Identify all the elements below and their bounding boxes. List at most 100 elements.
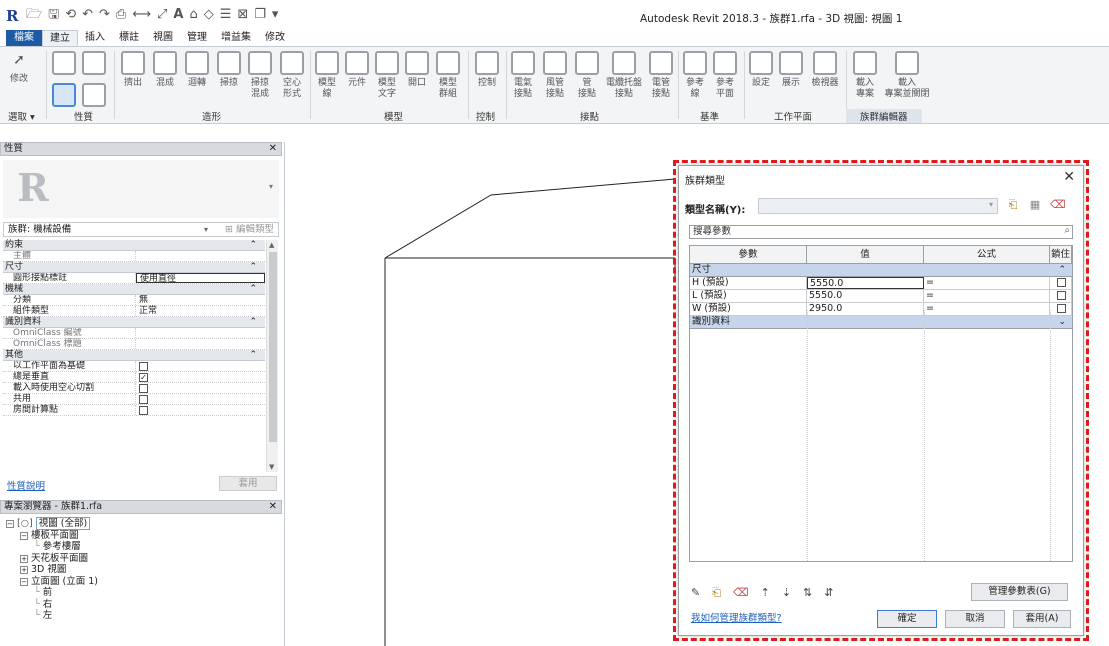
property-value[interactable]: 使用直徑 xyxy=(136,273,265,284)
pipe-connector-button[interactable]: 管 接點 xyxy=(574,51,600,100)
close-icon[interactable]: ✕ xyxy=(1063,169,1075,185)
checkbox[interactable]: ✓ xyxy=(139,373,148,382)
checkbox[interactable] xyxy=(139,395,148,404)
parameter-value[interactable]: 5550.0 xyxy=(807,290,924,302)
expand-icon[interactable]: + xyxy=(20,566,28,574)
close-hidden-icon[interactable]: ⊠ xyxy=(237,8,248,22)
cable-tray-connector-button[interactable]: 電纜托盤 接點 xyxy=(604,51,644,100)
reference-line-button[interactable]: 參考 線 xyxy=(682,51,708,100)
property-group-header[interactable]: 其他 ⌃ xyxy=(3,350,265,361)
property-value[interactable] xyxy=(136,394,265,404)
scroll-up-icon[interactable]: ▲ xyxy=(269,241,274,249)
show-work-plane-button[interactable]: 展示 xyxy=(778,51,804,89)
print-icon[interactable]: ⎙ xyxy=(116,8,126,22)
redo-icon[interactable]: ↷ xyxy=(99,8,110,22)
property-row[interactable]: 圓形接點標註 使用直徑 xyxy=(3,273,265,284)
new-parameter-icon[interactable]: ⎗ xyxy=(712,586,721,600)
search-parameters-input[interactable]: 搜尋參數 ⌕ xyxy=(689,225,1073,239)
revit-logo-icon[interactable]: R xyxy=(6,7,18,25)
thin-lines-icon[interactable]: ☰ xyxy=(220,8,232,22)
duct-connector-button[interactable]: 風管 接點 xyxy=(542,51,568,100)
3d-view-icon[interactable]: ⌂ xyxy=(189,8,197,22)
column-formula[interactable]: 公式 xyxy=(924,246,1050,263)
chevron-up-icon[interactable]: ⌃ xyxy=(1058,264,1066,276)
tree-node[interactable]: └ 前 xyxy=(6,587,98,599)
properties-help-link[interactable]: 性質說明 xyxy=(7,478,45,492)
chevron-up-icon[interactable]: ⌃ xyxy=(249,317,257,327)
property-group-header[interactable]: 機械 ⌃ xyxy=(3,284,265,295)
property-value[interactable] xyxy=(136,361,265,371)
property-value[interactable] xyxy=(136,251,265,261)
edit-parameter-icon[interactable]: ✎ xyxy=(691,586,700,600)
modify-button[interactable]: ➚ 修改 xyxy=(6,51,32,85)
property-row[interactable]: 主體 xyxy=(3,251,265,262)
tree-node[interactable]: − 立面圖 (立面 1) xyxy=(6,576,98,588)
cancel-button[interactable]: 取消 xyxy=(945,610,1005,628)
property-value[interactable] xyxy=(136,405,265,415)
help-link[interactable]: 我如何管理族群類型? xyxy=(691,610,782,624)
sync-icon[interactable]: ⟲ xyxy=(65,8,76,22)
tab-file[interactable]: 檔案 xyxy=(6,30,42,46)
parameter-lock[interactable] xyxy=(1050,277,1072,289)
property-row[interactable]: 以工作平面為基礎 xyxy=(3,361,265,372)
scroll-down-icon[interactable]: ▼ xyxy=(269,463,274,471)
switch-windows-icon[interactable]: ❐ xyxy=(254,8,266,22)
tree-node[interactable]: + 天花板平面圖 xyxy=(6,553,98,565)
apply-button[interactable]: 套用(A) xyxy=(1013,610,1071,628)
parameter-formula[interactable]: = xyxy=(924,290,1050,302)
chevron-down-icon[interactable]: ▾ xyxy=(204,223,208,236)
section-icon[interactable]: ◇ xyxy=(204,8,214,22)
rename-type-icon[interactable]: ▦ xyxy=(1028,198,1042,212)
delete-parameter-icon[interactable]: ⌫ xyxy=(733,586,749,600)
delete-type-icon[interactable]: ⌫ xyxy=(1050,198,1066,212)
collapse-icon[interactable]: − xyxy=(20,577,28,586)
chevron-up-icon[interactable]: ⌃ xyxy=(249,350,257,360)
conduit-connector-button[interactable]: 電管 接點 xyxy=(648,51,674,100)
text-icon[interactable]: A xyxy=(173,8,183,22)
property-value[interactable]: 無 xyxy=(136,295,265,305)
chevron-down-icon[interactable]: ▾ xyxy=(989,200,993,209)
checkbox[interactable] xyxy=(139,362,148,371)
tree-node[interactable]: +3D 視圖 xyxy=(6,564,98,576)
property-value[interactable] xyxy=(136,339,265,349)
tree-node[interactable]: − [○] 視圖 (全部) xyxy=(6,517,98,530)
tab-manage[interactable]: 管理 xyxy=(180,30,214,46)
property-row[interactable]: 組件類型 正常 xyxy=(3,306,265,317)
parameter-group-header[interactable]: 尺寸 ⌃ xyxy=(690,264,1072,277)
electrical-connector-button[interactable]: 電氣 接點 xyxy=(510,51,536,100)
property-group-header[interactable]: 尺寸 ⌃ xyxy=(3,262,265,273)
load-into-project-close-button[interactable]: 載入 專案並關閉 xyxy=(882,51,932,100)
properties-button[interactable] xyxy=(52,83,76,110)
property-row[interactable]: OmniClass 標題 xyxy=(3,339,265,350)
chevron-up-icon[interactable]: ⌃ xyxy=(249,284,257,294)
property-value[interactable]: 正常 xyxy=(136,306,265,316)
tree-node[interactable]: − 樓板平面圖 xyxy=(6,530,98,542)
manage-lookup-tables-button[interactable]: 管理參數表(G) xyxy=(971,583,1068,601)
checkbox[interactable] xyxy=(139,406,148,415)
column-parameter[interactable]: 參數 xyxy=(690,246,807,263)
edit-type-button[interactable]: ⊞ 編輯類型 xyxy=(225,223,274,236)
close-icon[interactable]: ✕ xyxy=(269,501,277,513)
measure-icon[interactable]: ⟷ xyxy=(132,8,151,22)
model-text-button[interactable]: 模型 文字 xyxy=(374,51,400,100)
property-row[interactable]: OmniClass 編號 xyxy=(3,328,265,339)
family-types-button[interactable] xyxy=(82,51,106,78)
collapse-icon[interactable]: − xyxy=(6,520,14,528)
swept-blend-button[interactable]: 掃掠 混成 xyxy=(246,51,274,100)
move-up-icon[interactable]: ⇡ xyxy=(761,586,770,600)
type-properties-button[interactable] xyxy=(82,83,106,110)
move-down-icon[interactable]: ⇣ xyxy=(782,586,791,600)
dimension-icon[interactable]: ⤢ xyxy=(157,8,167,22)
save-icon[interactable]: 🖫 xyxy=(48,8,59,22)
load-into-project-button[interactable]: 載入 專案 xyxy=(850,51,880,100)
component-button[interactable]: 元件 xyxy=(344,51,370,89)
chevron-down-icon[interactable]: ▾ xyxy=(269,182,273,191)
expand-icon[interactable]: + xyxy=(20,554,28,563)
set-work-plane-button[interactable]: 設定 xyxy=(748,51,774,89)
search-icon[interactable]: ⌕ xyxy=(1064,225,1070,237)
property-row[interactable]: 總是垂直 ✓ xyxy=(3,372,265,383)
reference-plane-button[interactable]: 參考 平面 xyxy=(712,51,738,100)
property-row[interactable]: 載入時使用空心切割 xyxy=(3,383,265,394)
opening-button[interactable]: 開口 xyxy=(404,51,430,89)
family-category-button[interactable] xyxy=(52,51,76,78)
